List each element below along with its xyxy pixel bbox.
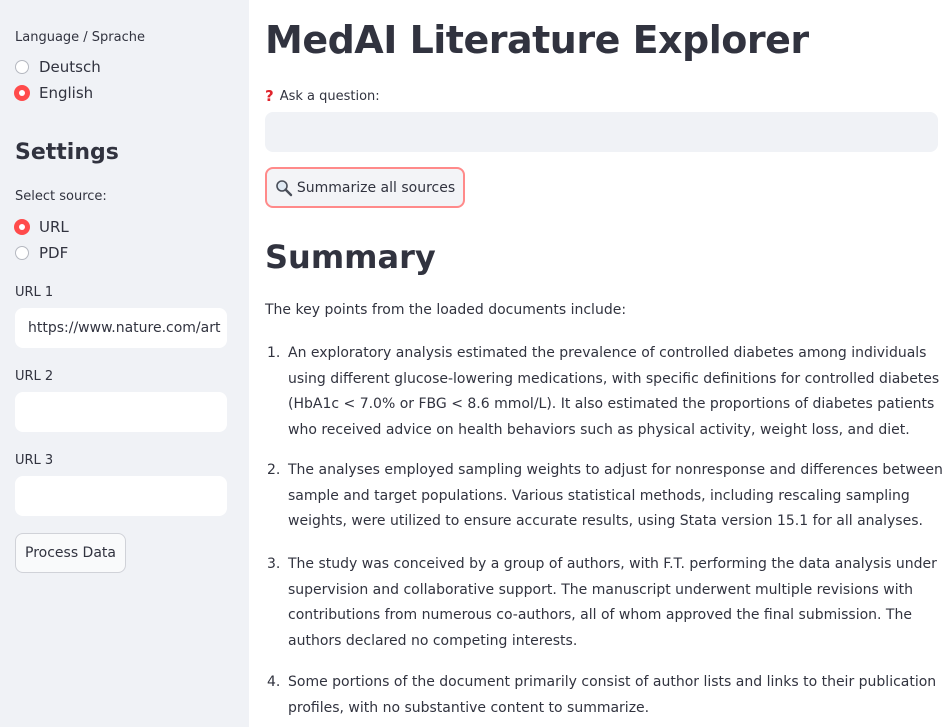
list-item-number: 3. <box>267 556 281 572</box>
list-item-number: 2. <box>267 462 281 478</box>
magnifier-icon <box>275 179 293 197</box>
radio-checked-icon[interactable] <box>14 85 30 101</box>
question-input[interactable] <box>265 112 938 152</box>
summarize-all-sources-button[interactable]: Summarize all sources <box>265 167 465 208</box>
summary-heading: Summary <box>265 238 436 276</box>
url2-label: URL 2 <box>15 369 54 384</box>
radio-unchecked-icon[interactable] <box>15 246 29 260</box>
list-item-number: 4. <box>267 674 281 690</box>
language-option-label: English <box>39 84 94 102</box>
radio-checked-icon[interactable] <box>14 219 30 235</box>
list-item-text: The study was conceived by a group of au… <box>288 556 937 649</box>
url3-label: URL 3 <box>15 453 54 468</box>
page-title: MedAI Literature Explorer <box>265 18 809 62</box>
language-label: Language / Sprache <box>15 30 145 45</box>
source-option-label: URL <box>39 218 69 236</box>
url2-input[interactable] <box>15 392 227 432</box>
question-label: Ask a question: <box>279 88 380 104</box>
language-option-label: Deutsch <box>39 58 101 76</box>
source-option-label: PDF <box>39 244 69 262</box>
source-option-pdf[interactable]: PDF <box>15 244 68 262</box>
list-item-text: Some portions of the document primarily … <box>288 674 937 716</box>
list-item-text: The analyses employed sampling weights t… <box>288 462 943 529</box>
url1-label: URL 1 <box>15 285 54 300</box>
language-option-english[interactable]: English <box>14 84 94 102</box>
question-mark-icon: ? <box>265 87 274 105</box>
radio-unchecked-icon[interactable] <box>15 60 29 74</box>
sidebar: Language / Sprache Deutsch English Setti… <box>0 0 249 727</box>
url3-input[interactable] <box>15 476 227 516</box>
list-item-text: An exploratory analysis estimated the pr… <box>288 345 940 438</box>
source-option-url[interactable]: URL <box>14 218 69 236</box>
list-item-number: 1. <box>267 345 281 361</box>
language-option-deutsch[interactable]: Deutsch <box>15 58 101 76</box>
summarize-button-label: Summarize all sources <box>296 179 456 196</box>
process-data-button[interactable]: Process Data <box>15 533 126 573</box>
settings-heading: Settings <box>15 140 119 165</box>
url1-input[interactable]: https://www.nature.com/art <box>15 308 227 348</box>
summary-intro: The key points from the loaded documents… <box>265 302 627 318</box>
source-label: Select source: <box>15 189 107 204</box>
question-label-row: ? Ask a question: <box>265 87 380 105</box>
